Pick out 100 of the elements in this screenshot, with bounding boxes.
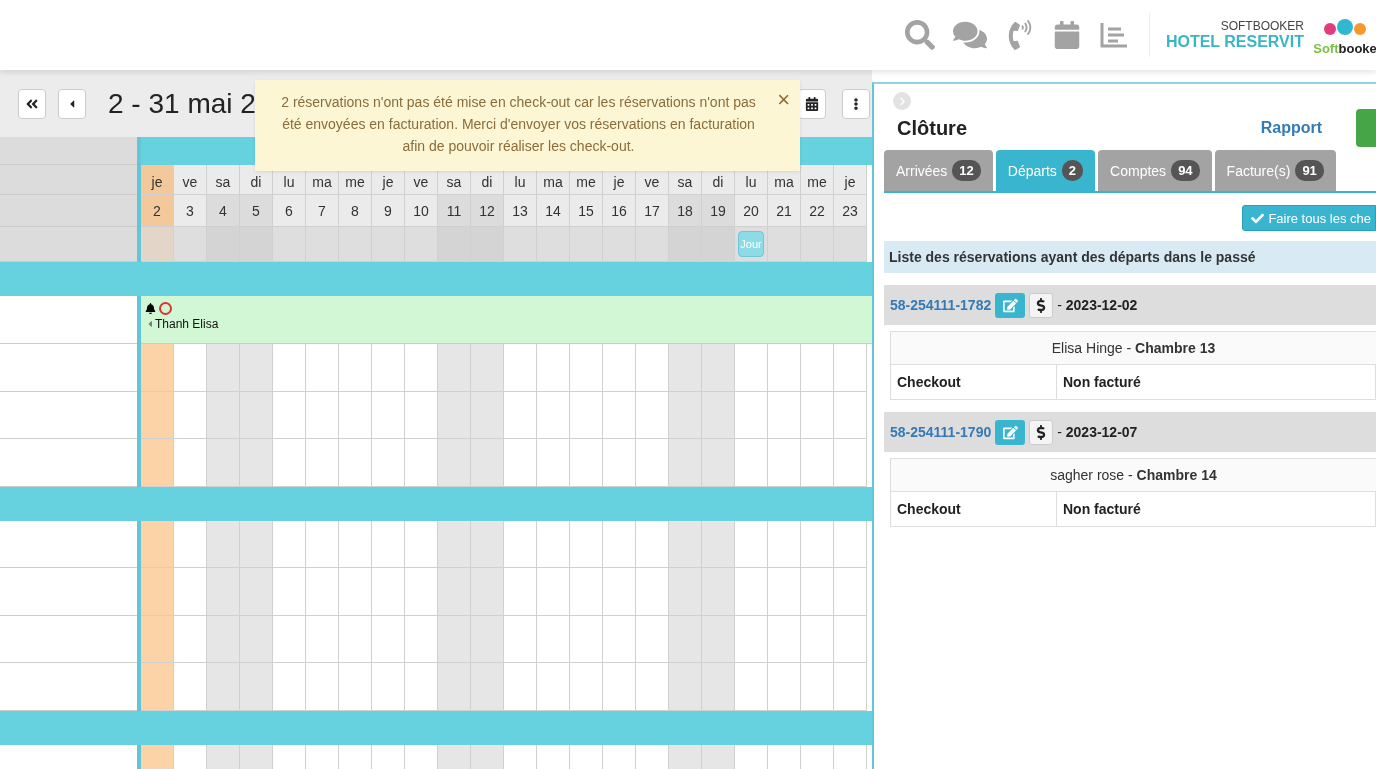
day-cell[interactable] — [141, 391, 174, 439]
day-cell[interactable] — [339, 391, 372, 439]
chevron-right-icon[interactable] — [893, 92, 911, 110]
day-cell[interactable] — [735, 615, 768, 663]
day-cell[interactable] — [273, 615, 306, 663]
day-cell[interactable] — [372, 615, 405, 663]
day-cell[interactable] — [471, 663, 504, 711]
day-cell[interactable] — [669, 663, 702, 711]
more-button[interactable] — [842, 88, 870, 119]
day-cell[interactable] — [735, 663, 768, 711]
day-cell[interactable] — [207, 520, 240, 568]
day-cell[interactable] — [603, 568, 636, 616]
billing-button[interactable] — [1029, 419, 1054, 445]
day-cell[interactable] — [669, 615, 702, 663]
close-button[interactable]: × — [777, 88, 790, 112]
day-cell[interactable] — [603, 439, 636, 487]
day-cell[interactable] — [141, 439, 174, 487]
day-cell[interactable] — [207, 344, 240, 392]
day-cell[interactable] — [240, 344, 273, 392]
day-cell[interactable] — [768, 615, 801, 663]
day-cell[interactable] — [504, 615, 537, 663]
day-cell[interactable] — [735, 520, 768, 568]
day-cell[interactable] — [471, 615, 504, 663]
billing-button[interactable] — [1029, 292, 1054, 318]
day-cell[interactable] — [372, 568, 405, 616]
day-cell[interactable] — [174, 520, 207, 568]
day-cell[interactable] — [669, 439, 702, 487]
day-cell[interactable] — [603, 391, 636, 439]
day-cell[interactable] — [702, 344, 735, 392]
day-cell[interactable] — [603, 663, 636, 711]
day-cell[interactable] — [339, 520, 372, 568]
day-cell[interactable] — [174, 663, 207, 711]
day-cell[interactable] — [207, 615, 240, 663]
day-cell[interactable] — [669, 520, 702, 568]
day-cell[interactable] — [702, 439, 735, 487]
day-cell[interactable] — [834, 663, 867, 711]
day-cell[interactable] — [405, 663, 438, 711]
day-cell[interactable] — [636, 344, 669, 392]
day-cell[interactable] — [438, 520, 471, 568]
day-cell[interactable] — [636, 391, 669, 439]
day-cell[interactable] — [504, 663, 537, 711]
day-cell[interactable] — [339, 615, 372, 663]
day-cell[interactable] — [339, 344, 372, 392]
day-cell[interactable] — [438, 663, 471, 711]
day-cell[interactable] — [438, 391, 471, 439]
previous-button[interactable] — [58, 88, 86, 119]
day-cell[interactable] — [207, 439, 240, 487]
day-cell[interactable] — [240, 615, 273, 663]
day-cell[interactable] — [504, 520, 537, 568]
day-cell[interactable] — [702, 391, 735, 439]
day-cell[interactable] — [372, 663, 405, 711]
day-cell[interactable] — [801, 391, 834, 439]
day-cell[interactable] — [570, 568, 603, 616]
day-cell[interactable] — [735, 439, 768, 487]
day-cell[interactable] — [207, 391, 240, 439]
day-cell[interactable] — [735, 391, 768, 439]
day-cell[interactable] — [372, 344, 405, 392]
day-cell[interactable] — [636, 663, 669, 711]
day-cell[interactable] — [702, 520, 735, 568]
day-cell[interactable] — [141, 663, 174, 711]
day-cell[interactable] — [405, 344, 438, 392]
day-cell[interactable] — [273, 439, 306, 487]
day-cell[interactable] — [801, 439, 834, 487]
day-cell[interactable] — [801, 568, 834, 616]
day-cell[interactable] — [273, 391, 306, 439]
search-icon[interactable] — [904, 20, 935, 50]
day-cell[interactable] — [669, 568, 702, 616]
day-cell[interactable] — [339, 439, 372, 487]
day-cell[interactable] — [504, 439, 537, 487]
calendar-button[interactable] — [798, 88, 826, 119]
day-cell[interactable] — [537, 568, 570, 616]
day-cell[interactable] — [603, 344, 636, 392]
day-cell[interactable] — [834, 615, 867, 663]
day-cell[interactable] — [537, 344, 570, 392]
day-cell[interactable] — [603, 615, 636, 663]
day-cell[interactable] — [669, 344, 702, 392]
day-cell[interactable] — [273, 568, 306, 616]
day-cell[interactable] — [570, 391, 603, 439]
day-cell[interactable] — [141, 344, 174, 392]
day-cell[interactable] — [504, 344, 537, 392]
day-cell[interactable] — [801, 344, 834, 392]
tab[interactable]: Départs 2 — [995, 150, 1096, 191]
day-cell[interactable] — [801, 663, 834, 711]
day-cell[interactable] — [306, 344, 339, 392]
day-cell[interactable] — [240, 439, 273, 487]
day-cell[interactable] — [636, 520, 669, 568]
day-cell[interactable] — [537, 520, 570, 568]
day-cell[interactable] — [669, 391, 702, 439]
day-cell[interactable] — [306, 663, 339, 711]
day-cell[interactable] — [603, 520, 636, 568]
confirm-button[interactable] — [1356, 109, 1376, 147]
first-page-button[interactable] — [18, 88, 46, 119]
day-cell[interactable] — [273, 663, 306, 711]
day-cell[interactable] — [306, 439, 339, 487]
checkout-all-button[interactable]: Faire tous les che — [1242, 205, 1376, 231]
day-cell[interactable] — [141, 568, 174, 616]
day-cell[interactable] — [471, 520, 504, 568]
day-cell[interactable] — [768, 568, 801, 616]
day-cell[interactable] — [405, 391, 438, 439]
reservation-link[interactable]: 58-254111-1782 — [890, 297, 992, 313]
